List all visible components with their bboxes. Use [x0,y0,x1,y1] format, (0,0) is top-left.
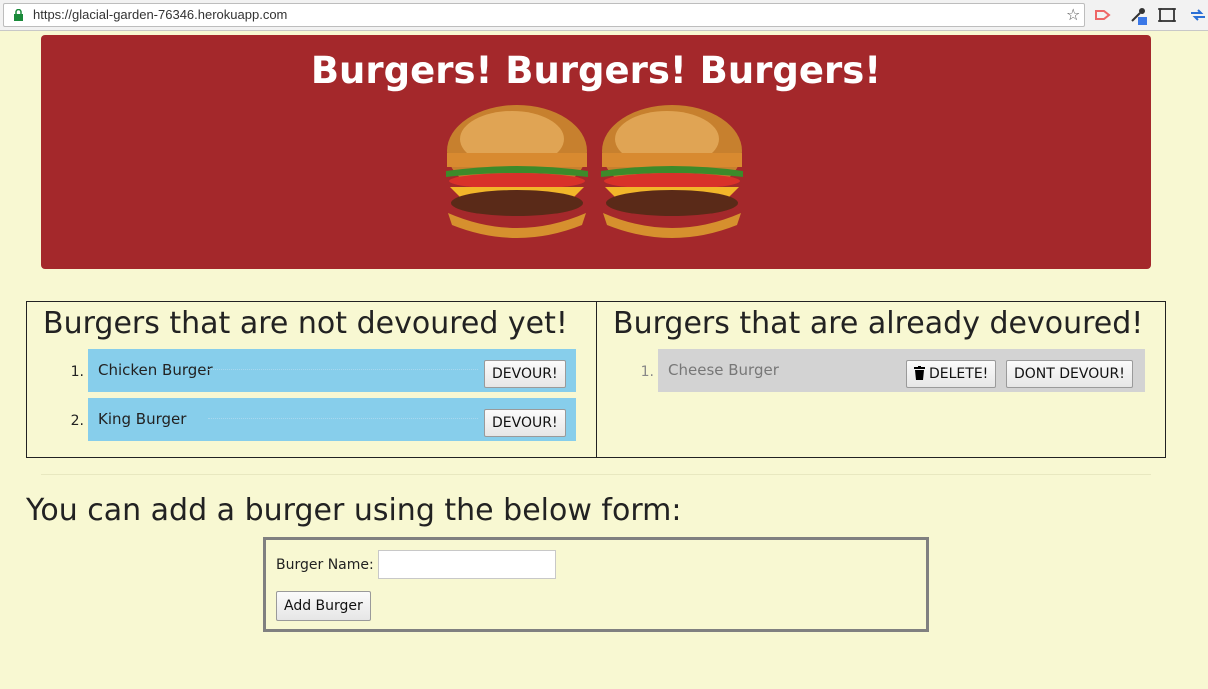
devour-button[interactable]: DEVOUR! [484,409,566,437]
list-number: 2. [70,413,84,429]
section-divider [41,474,1151,475]
sync-arrows-icon[interactable] [1188,5,1208,25]
burger-name-input[interactable] [378,550,556,579]
list-number: 1. [70,364,84,380]
not-devoured-panel: Burgers that are not devoured yet! 1. Ch… [26,301,597,458]
burger-name: Cheese Burger [668,361,779,379]
form-heading: You can add a burger using the below for… [26,493,682,528]
list-item: Chicken Burger DEVOUR! [88,349,576,392]
dotted-leader [208,418,478,419]
burger-name: King Burger [98,410,187,428]
eyedropper-icon[interactable] [1128,5,1148,25]
devour-button[interactable]: DEVOUR! [484,360,566,388]
dont-devour-button[interactable]: DONT DEVOUR! [1006,360,1133,388]
dotted-leader [208,369,478,370]
delete-button-label: DELETE! [929,366,989,382]
burger-image [446,105,588,238]
url-text: https://glacial-garden-76346.herokuapp.c… [33,7,288,22]
screenshot-icon[interactable] [1157,5,1177,25]
page-title: Burgers! Burgers! Burgers! [310,49,882,92]
list-item: King Burger DEVOUR! [88,398,576,441]
delete-button[interactable]: DELETE! [906,360,997,388]
burger-name-label: Burger Name: [276,557,374,573]
add-burger-form: Burger Name: Add Burger [263,537,929,632]
extension-arrow-icon[interactable] [1093,5,1113,25]
devoured-heading: Burgers that are already devoured! [613,306,1144,341]
list-item: Cheese Burger DELETE! DONT DEVOUR! [658,349,1145,392]
address-bar[interactable]: https://glacial-garden-76346.herokuapp.c… [3,3,1085,27]
add-burger-button[interactable]: Add Burger [276,591,371,621]
trash-icon [914,366,925,380]
devoured-panel: Burgers that are already devoured! 1. Ch… [596,301,1166,458]
list-number: 1. [640,364,654,380]
burger-image [601,105,743,238]
browser-toolbar: https://glacial-garden-76346.herokuapp.c… [0,0,1208,31]
burger-name: Chicken Burger [98,361,213,379]
header-banner: Burgers! Burgers! Burgers! [41,35,1151,269]
not-devoured-heading: Burgers that are not devoured yet! [43,306,568,341]
lock-icon [14,9,23,21]
bookmark-star-icon[interactable]: ☆ [1066,5,1080,24]
